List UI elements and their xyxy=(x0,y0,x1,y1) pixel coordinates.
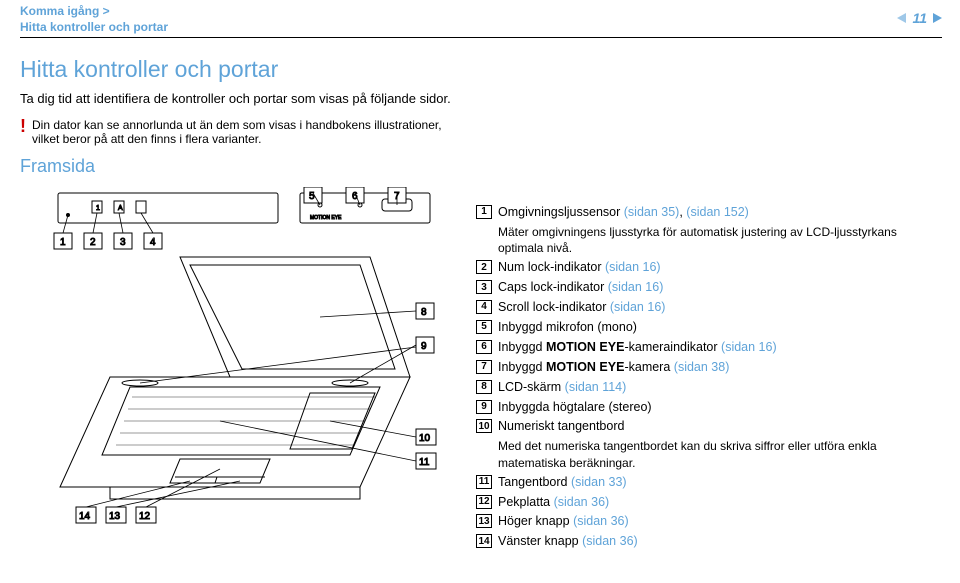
callout-number: 8 xyxy=(476,380,492,394)
legend-text: LCD-skärm (sidan 114) xyxy=(498,379,942,396)
svg-text:8: 8 xyxy=(421,307,427,318)
legend-item: 9 Inbyggda högtalare (stereo) xyxy=(476,399,942,416)
svg-text:1: 1 xyxy=(96,205,100,212)
legend-text: Numeriskt tangentbord xyxy=(498,418,942,435)
prev-page-icon[interactable] xyxy=(897,13,906,23)
page-number: 11 xyxy=(912,10,927,26)
legend-item: 4 Scroll lock-indikator (sidan 16) xyxy=(476,299,942,316)
legend-item: 8 LCD-skärm (sidan 114) xyxy=(476,379,942,396)
callout-number: 11 xyxy=(476,475,492,489)
page-ref-link[interactable]: (sidan 16) xyxy=(610,300,666,314)
left-column: Hitta kontroller och portar Ta dig tid a… xyxy=(20,56,460,553)
page-ref-link[interactable]: (sidan 114) xyxy=(565,380,627,394)
page-ref-link[interactable]: (sidan 36) xyxy=(582,534,638,548)
legend-text: Inbyggd mikrofon (mono) xyxy=(498,319,942,336)
callout-number: 12 xyxy=(476,495,492,509)
callout-number: 6 xyxy=(476,340,492,354)
svg-text:2: 2 xyxy=(90,237,96,248)
legend-text: Omgivningsljussensor (sidan 35), (sidan … xyxy=(498,204,942,221)
legend-item: 10 Numeriskt tangentbord xyxy=(476,418,942,435)
callout-number: 3 xyxy=(476,280,492,294)
page-ref-link[interactable]: (sidan 38) xyxy=(674,360,730,374)
note: ! Din dator kan se annorlunda ut än dem … xyxy=(20,118,460,146)
svg-text:1: 1 xyxy=(60,237,66,248)
callout-number: 13 xyxy=(476,514,492,528)
legend-item: 6 Inbyggd MOTION EYE-kameraindikator (sid… xyxy=(476,339,942,356)
svg-text:12: 12 xyxy=(139,511,151,522)
laptop-diagram: 1 A MOTION EYE 1 2 3 4 5 6 7 xyxy=(20,187,440,527)
legend-item: 11 Tangentbord (sidan 33) xyxy=(476,474,942,491)
legend-item: 2 Num lock-indikator (sidan 16) xyxy=(476,259,942,276)
legend-text: Tangentbord (sidan 33) xyxy=(498,474,942,491)
svg-text:MOTION EYE: MOTION EYE xyxy=(310,215,342,221)
callout-number: 2 xyxy=(476,260,492,274)
intro-text: Ta dig tid att identifiera de kontroller… xyxy=(20,91,460,106)
page-ref-link[interactable]: (sidan 33) xyxy=(571,475,627,489)
legend-text: Inbyggd MOTION EYE-kameraindikator (sida… xyxy=(498,339,942,356)
legend-item: 7 Inbyggd MOTION EYE-kamera (sidan 38) xyxy=(476,359,942,376)
page-ref-link[interactable]: (sidan 35) xyxy=(624,205,680,219)
svg-text:6: 6 xyxy=(352,191,358,202)
page-ref-link[interactable]: (sidan 152) xyxy=(686,205,749,219)
callout-number: 9 xyxy=(476,400,492,414)
svg-text:3: 3 xyxy=(120,237,126,248)
legend-item: 3 Caps lock-indikator (sidan 16) xyxy=(476,279,942,296)
page-ref-link[interactable]: (sidan 16) xyxy=(721,340,777,354)
legend-item: 13 Höger knapp (sidan 36) xyxy=(476,513,942,530)
legend-item: 14 Vänster knapp (sidan 36) xyxy=(476,533,942,550)
callout-number: 4 xyxy=(476,300,492,314)
callout-number: 14 xyxy=(476,534,492,548)
callout-number: 7 xyxy=(476,360,492,374)
legend-subtext: Mäter omgivningens ljusstyrka för automa… xyxy=(498,224,942,256)
callout-number: 10 xyxy=(476,419,492,433)
section-title: Framsida xyxy=(20,156,460,177)
svg-text:13: 13 xyxy=(109,511,121,522)
legend-text: Caps lock-indikator (sidan 16) xyxy=(498,279,942,296)
page-ref-link[interactable]: (sidan 36) xyxy=(554,495,610,509)
legend-text: Inbyggda högtalare (stereo) xyxy=(498,399,942,416)
page-ref-link[interactable]: (sidan 36) xyxy=(573,514,629,528)
legend-item: 12 Pekplatta (sidan 36) xyxy=(476,494,942,511)
legend-text: Num lock-indikator (sidan 16) xyxy=(498,259,942,276)
page-ref-link[interactable]: (sidan 16) xyxy=(608,280,664,294)
legend-text: Höger knapp (sidan 36) xyxy=(498,513,942,530)
svg-text:9: 9 xyxy=(421,341,427,352)
legend-text: Vänster knapp (sidan 36) xyxy=(498,533,942,550)
legend-item: 1 Omgivningsljussensor (sidan 35), (sidan… xyxy=(476,204,942,221)
breadcrumb: Komma igång > Hitta kontroller och porta… xyxy=(20,4,168,35)
content: Hitta kontroller och portar Ta dig tid a… xyxy=(0,38,960,553)
note-text: Din dator kan se annorlunda ut än dem so… xyxy=(32,118,460,146)
page-ref-link[interactable]: (sidan 16) xyxy=(605,260,661,274)
legend-text: Scroll lock-indikator (sidan 16) xyxy=(498,299,942,316)
svg-text:4: 4 xyxy=(150,237,156,248)
page-title: Hitta kontroller och portar xyxy=(20,56,460,83)
legend-item: 5 Inbyggd mikrofon (mono) xyxy=(476,319,942,336)
svg-text:11: 11 xyxy=(419,457,430,468)
exclamation-icon: ! xyxy=(20,118,26,134)
svg-text:10: 10 xyxy=(419,433,431,444)
legend-text: Pekplatta (sidan 36) xyxy=(498,494,942,511)
legend-text: Inbyggd MOTION EYE-kamera (sidan 38) xyxy=(498,359,942,376)
breadcrumb-l2: Hitta kontroller och portar xyxy=(20,20,168,34)
page-header: Komma igång > Hitta kontroller och porta… xyxy=(0,0,960,35)
legend-list: 1 Omgivningsljussensor (sidan 35), (sidan… xyxy=(476,56,942,553)
legend-subtext: Med det numeriska tangentbordet kan du s… xyxy=(498,438,942,470)
next-page-icon[interactable] xyxy=(933,13,942,23)
svg-text:5: 5 xyxy=(309,191,315,202)
svg-text:14: 14 xyxy=(79,511,91,522)
callout-number: 5 xyxy=(476,320,492,334)
callout-number: 1 xyxy=(476,205,492,219)
page-nav: 11 xyxy=(897,4,942,26)
svg-text:A: A xyxy=(118,205,123,212)
breadcrumb-l1: Komma igång > xyxy=(20,4,110,18)
